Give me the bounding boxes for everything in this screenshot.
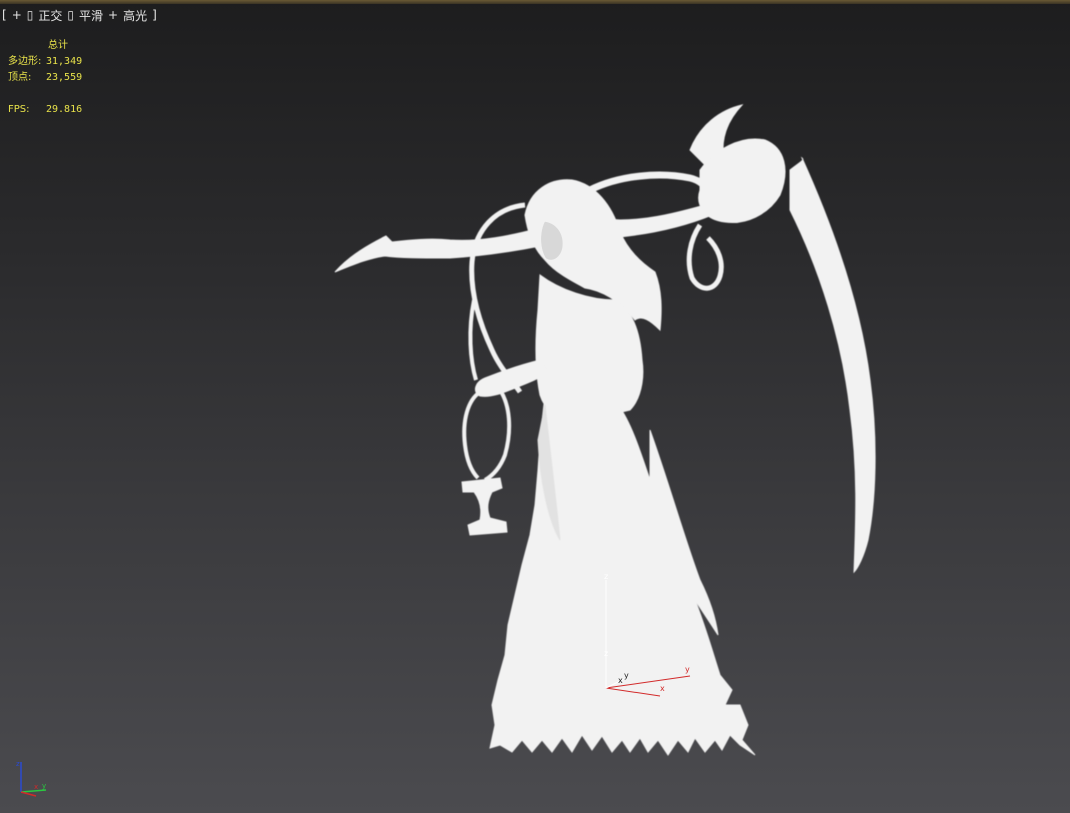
world-z-label: z	[16, 760, 20, 768]
pivot-z-label: z	[604, 572, 608, 581]
world-x-label: x	[34, 783, 38, 791]
pivot-x-label-local: x	[618, 676, 623, 685]
pivot-z-label-2: z	[604, 649, 608, 658]
pivot-x-axis-2	[605, 687, 661, 697]
pivot-y-label: y	[624, 671, 629, 680]
pivot-axis-gizmo[interactable]: z z x y y x	[0, 0, 1070, 813]
pivot-x-label: x	[660, 684, 665, 693]
pivot-world-y-label: y	[685, 665, 690, 674]
world-x-axis	[20, 791, 37, 797]
world-axis-tripod-icon: z x y	[16, 760, 46, 797]
world-y-label: y	[42, 782, 46, 790]
